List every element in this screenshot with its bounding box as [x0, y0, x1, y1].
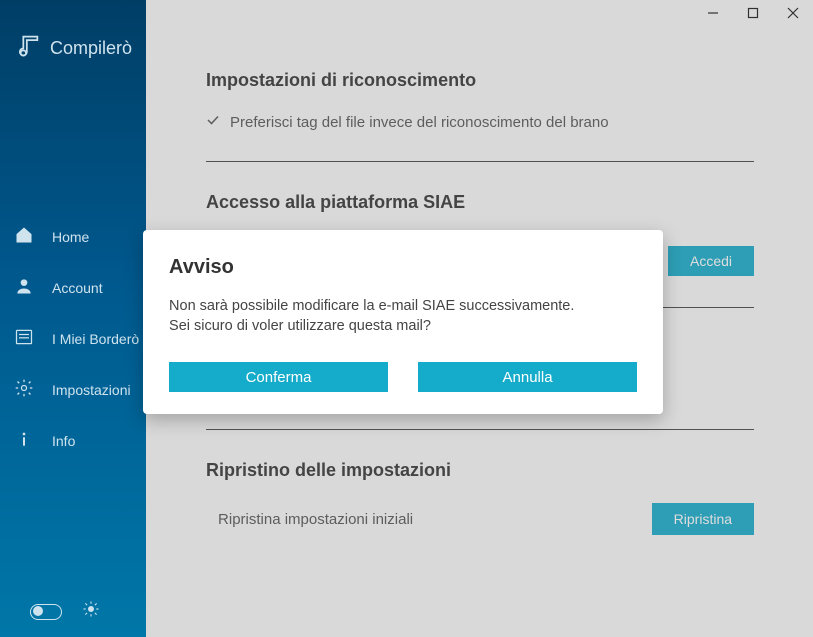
reset-text: Ripristina impostazioni iniziali — [206, 511, 413, 528]
list-icon — [14, 327, 34, 350]
modal-line1: Non sarà possibile modificare la e-mail … — [169, 297, 637, 317]
check-icon — [206, 113, 220, 131]
siae-section-title: Accesso alla piattaforma SIAE — [206, 192, 754, 213]
reset-row: Ripristina impostazioni iniziali Riprist… — [206, 503, 754, 535]
user-icon — [14, 276, 34, 299]
app-name: Compilerò — [50, 38, 132, 59]
sidebar-nav: Home Account I Miei Borderò Impostazioni… — [0, 225, 146, 452]
modal-confirm-button[interactable]: Conferma — [169, 362, 388, 392]
app-logo: Compilerò — [0, 0, 146, 105]
sidebar-item-label: Impostazioni — [52, 382, 131, 398]
sidebar-item-label: Home — [52, 229, 89, 245]
info-icon — [14, 429, 34, 452]
prefer-tags-label: Preferisci tag del file invece del ricon… — [230, 114, 609, 131]
music-note-icon — [14, 32, 42, 65]
window-minimize-button[interactable] — [706, 6, 720, 20]
main-area: Impostazioni di riconoscimento Preferisc… — [146, 0, 813, 637]
prefer-tags-option[interactable]: Preferisci tag del file invece del ricon… — [206, 113, 754, 131]
confirm-modal: Avviso Non sarà possibile modificare la … — [143, 230, 663, 414]
sidebar-item-label: Info — [52, 433, 75, 449]
modal-body: Non sarà possibile modificare la e-mail … — [169, 297, 637, 336]
siae-login-button[interactable]: Accedi — [668, 246, 754, 276]
sidebar: Compilerò Home Account I Miei Borderò Im… — [0, 0, 146, 637]
gear-icon — [14, 378, 34, 401]
reset-button[interactable]: Ripristina — [652, 503, 754, 535]
sidebar-item-label: I Miei Borderò — [52, 331, 139, 347]
recognition-section-title: Impostazioni di riconoscimento — [206, 70, 754, 91]
reset-section-title: Ripristino delle impostazioni — [206, 460, 754, 481]
sidebar-item-info[interactable]: Info — [14, 429, 146, 452]
sidebar-item-settings[interactable]: Impostazioni — [14, 378, 146, 401]
modal-line2: Sei sicuro di voler utilizzare questa ma… — [169, 317, 637, 337]
window-maximize-button[interactable] — [746, 6, 760, 20]
modal-cancel-button[interactable]: Annulla — [418, 362, 637, 392]
modal-title: Avviso — [169, 256, 637, 279]
sidebar-item-account[interactable]: Account — [14, 276, 146, 299]
window-close-button[interactable] — [786, 6, 800, 20]
brightness-icon — [82, 600, 100, 623]
sidebar-footer — [30, 600, 100, 623]
sidebar-item-bordero[interactable]: I Miei Borderò — [14, 327, 146, 350]
window-titlebar — [146, 0, 813, 30]
theme-toggle[interactable] — [30, 604, 62, 620]
sidebar-item-label: Account — [52, 280, 103, 296]
sidebar-item-home[interactable]: Home — [14, 225, 146, 248]
home-icon — [14, 225, 34, 248]
divider — [206, 429, 754, 430]
modal-buttons: Conferma Annulla — [169, 362, 637, 392]
divider — [206, 161, 754, 162]
